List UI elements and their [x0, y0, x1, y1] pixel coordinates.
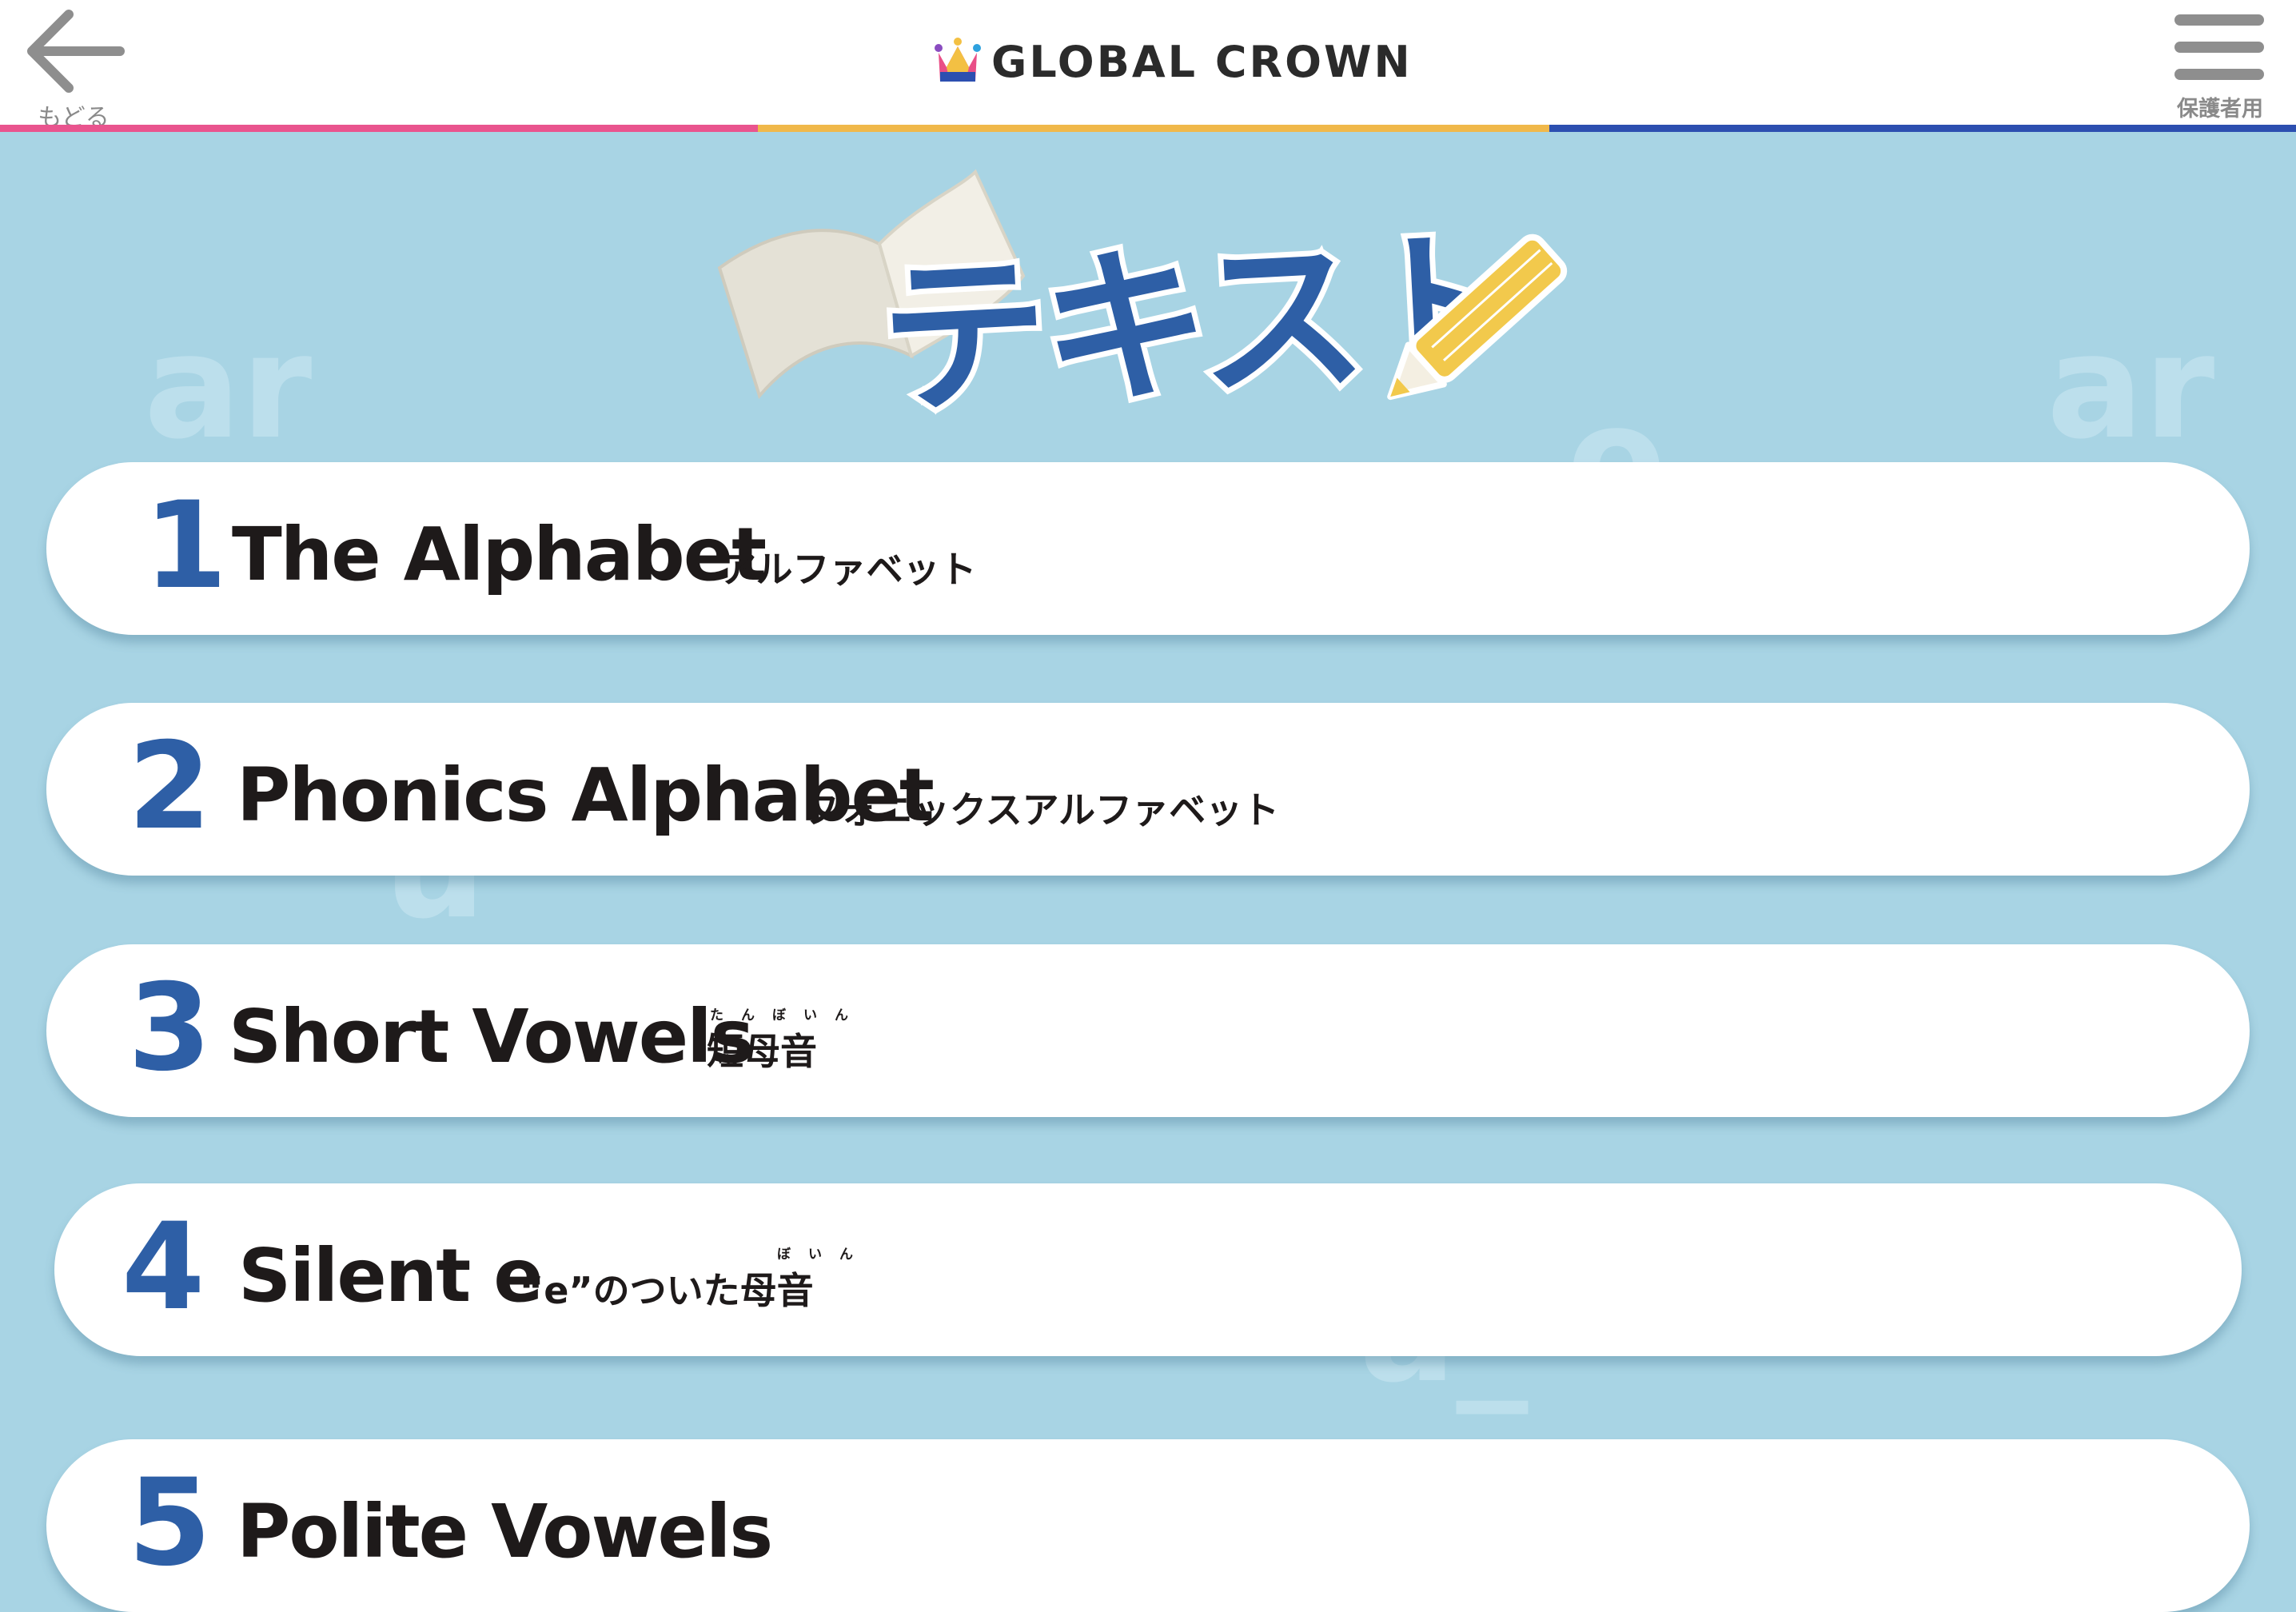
lesson-subtitle: 短母音: [707, 1030, 817, 1073]
lesson-number: 3: [128, 959, 212, 1098]
lesson-title: Short Vowels: [229, 994, 754, 1079]
logo-text: GLOBAL CROWN: [991, 37, 1413, 87]
header-color-bar-pink: [0, 125, 758, 132]
lesson-number: 2: [128, 717, 212, 856]
crown-icon: [935, 38, 981, 82]
lesson-ruby: ぼいん: [777, 1247, 871, 1263]
hamburger-menu-icon: [2174, 14, 2264, 80]
parent-menu-label: 保護者用: [2177, 97, 2263, 122]
page-title-banner: テキスト: [704, 156, 1599, 445]
parent-menu-button[interactable]: 保護者用: [2168, 8, 2280, 126]
back-arrow-icon: [27, 10, 125, 93]
lesson-item-2[interactable]: 2 Phonics Alphabet フォニックスアルファベット: [46, 703, 2250, 876]
lesson-subtitle: フォニックスアルファベット: [803, 788, 1280, 832]
lesson-number: 5: [128, 1454, 212, 1593]
lesson-item-1[interactable]: 1 The Alphabet アルファベット: [46, 462, 2250, 635]
lesson-title: Polite Vowels: [237, 1489, 773, 1574]
lesson-title: Silent e: [238, 1233, 544, 1319]
header-color-bar-yellow: [758, 125, 1549, 132]
background-letter-decoration: ar: [2047, 304, 2215, 471]
header-color-bar-blue: [1549, 125, 2296, 132]
top-header: もどる GLOBAL CROWN 保護者用: [0, 0, 2296, 132]
lesson-subtitle: “e”のついた母音: [520, 1269, 814, 1312]
pencil-icon: [1387, 233, 1568, 401]
background-letter-decoration: ar: [144, 304, 313, 471]
lesson-item-5[interactable]: 5 Polite Vowels: [46, 1439, 2250, 1612]
lesson-subtitle: アルファベット: [719, 548, 977, 591]
lesson-ruby: たんぼいん: [710, 1008, 866, 1023]
lesson-title: The Alphabet: [232, 512, 767, 597]
lesson-number: 1: [144, 477, 228, 616]
back-button[interactable]: もどる: [18, 8, 130, 132]
lesson-number: 4: [122, 1198, 205, 1337]
lesson-item-3[interactable]: 3 Short Vowels たんぼいん 短母音: [46, 944, 2250, 1117]
lesson-item-4[interactable]: 4 Silent e ぼいん “e”のついた母音: [54, 1183, 2242, 1356]
